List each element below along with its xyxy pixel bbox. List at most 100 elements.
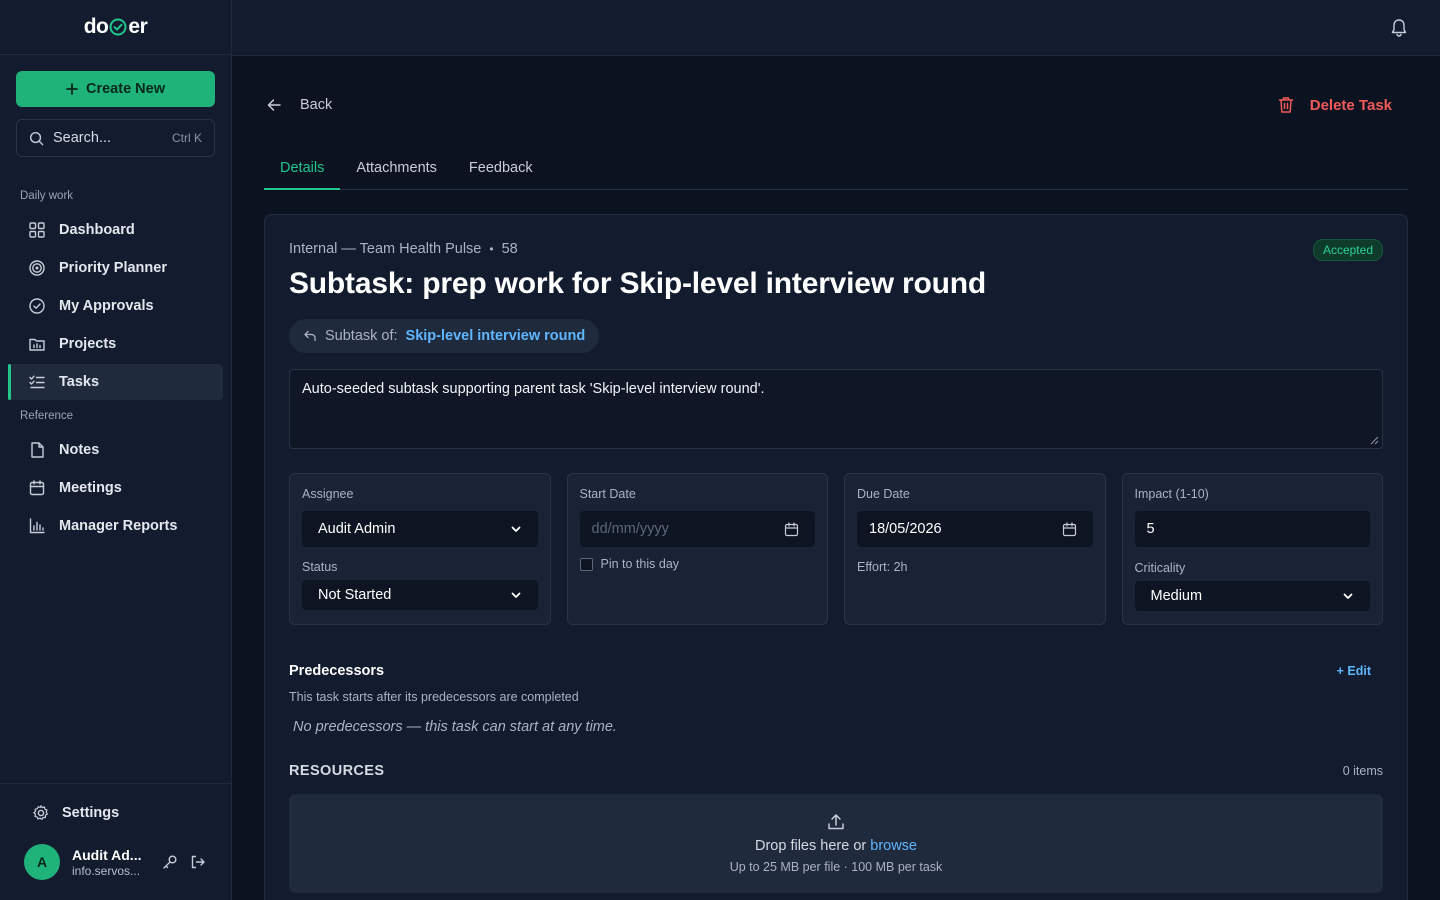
predecessors-empty-state: No predecessors — this task can start at… — [293, 719, 617, 735]
search-shortcut: Ctrl K — [172, 131, 202, 145]
user-actions — [162, 854, 206, 870]
tab-feedback[interactable]: Feedback — [453, 152, 549, 190]
file-icon — [28, 441, 46, 459]
bar-chart-icon — [28, 517, 46, 535]
sidebar-item-manager-reports[interactable]: Manager Reports — [8, 508, 223, 544]
status-label: Status — [302, 560, 338, 574]
assignee-select[interactable]: Audit Admin — [302, 511, 538, 547]
calendar-icon — [28, 479, 46, 497]
logo-text-right: er — [128, 15, 148, 38]
calendar-icon[interactable] — [1062, 521, 1077, 537]
criticality-label: Criticality — [1134, 561, 1186, 575]
tab-bar: Details Attachments Feedback — [264, 152, 1408, 190]
due-date-label: Due Date — [857, 487, 910, 501]
sidebar-item-label: Manager Reports — [59, 518, 178, 534]
tab-details[interactable]: Details — [264, 152, 341, 190]
task-detail-card: Internal — Team Health Pulse • 58 Accept… — [264, 214, 1408, 900]
assignee-label: Assignee — [302, 487, 354, 501]
task-fields: Assignee Audit Admin Status Not Started — [289, 473, 1383, 625]
grid-icon — [28, 221, 46, 239]
start-date-label: Start Date — [579, 487, 636, 501]
folder-icon — [28, 335, 46, 353]
user-email: info.servos... — [72, 863, 141, 878]
delete-task-button[interactable]: Delete Task — [1278, 96, 1392, 114]
avatar[interactable]: A — [24, 844, 60, 880]
task-breadcrumb: Internal — Team Health Pulse • 58 — [289, 241, 518, 257]
resize-handle-icon[interactable] — [1370, 436, 1379, 445]
sidebar-item-label: Projects — [59, 336, 117, 352]
status-select[interactable]: Not Started — [302, 580, 538, 610]
calendar-icon[interactable] — [784, 521, 799, 537]
assignee-status-box: Assignee Audit Admin Status Not Started — [289, 473, 551, 625]
create-new-label: Create New — [86, 81, 165, 97]
search-placeholder: Search... — [53, 130, 112, 146]
settings-label: Settings — [62, 805, 120, 821]
file-dropzone[interactable]: Drop files here or browse Up to 25 MB pe… — [289, 794, 1383, 893]
chevron-down-icon — [510, 523, 522, 535]
delete-task-label: Delete Task — [1309, 96, 1392, 114]
due-date-box: Due Date 18/05/2026 Effort: 2h — [844, 473, 1106, 625]
task-number: 58 — [501, 241, 518, 257]
page-title: Subtask: prep work for Skip-level interv… — [289, 267, 987, 300]
arrow-left-icon — [266, 97, 282, 113]
create-new-button[interactable]: Create New — [16, 71, 215, 107]
sidebar: do er Create New Search... Ctrl K Daily … — [0, 0, 232, 900]
resources-heading: RESOURCES — [289, 763, 385, 779]
criticality-select[interactable]: Medium — [1134, 581, 1370, 611]
parent-label: Subtask of: — [325, 328, 398, 344]
plus-icon — [66, 83, 78, 95]
sidebar-item-label: Tasks — [59, 374, 100, 390]
sidebar-item-dashboard[interactable]: Dashboard — [8, 212, 223, 248]
app-logo[interactable]: do er — [84, 15, 148, 39]
logout-icon[interactable] — [190, 854, 206, 870]
section-label-reference: Reference — [20, 410, 74, 422]
impact-input[interactable]: 5 — [1134, 511, 1370, 547]
tab-attachments[interactable]: Attachments — [340, 152, 453, 190]
key-icon[interactable] — [162, 854, 178, 870]
edit-predecessors-button[interactable]: + Edit — [1337, 664, 1371, 678]
user-info: Audit Ad... info.servos... — [72, 847, 152, 878]
description-textarea[interactable]: Auto-seeded subtask supporting parent ta… — [289, 369, 1383, 449]
user-profile: A Audit Ad... info.servos... — [24, 844, 224, 880]
parent-task-link[interactable]: Skip-level interview round — [406, 328, 586, 344]
status-value: Not Started — [318, 587, 392, 603]
pin-to-day-checkbox[interactable]: Pin to this day — [579, 557, 679, 571]
gear-icon — [32, 804, 50, 822]
logo-text-left: do — [83, 15, 109, 38]
due-date-input[interactable]: 18/05/2026 — [857, 511, 1093, 547]
browse-link[interactable]: browse — [870, 838, 917, 854]
impact-label: Impact (1-10) — [1134, 487, 1209, 501]
criticality-value: Medium — [1150, 588, 1203, 604]
return-arrow-icon — [303, 329, 317, 343]
section-label-daily-work: Daily work — [20, 190, 74, 202]
parent-task-chip[interactable]: Subtask of: Skip-level interview round — [289, 319, 600, 353]
resources-count: 0 items — [1342, 764, 1383, 778]
search-input[interactable]: Search... Ctrl K — [16, 119, 215, 157]
assignee-value: Audit Admin — [318, 521, 396, 537]
bell-icon[interactable] — [1390, 18, 1408, 38]
sidebar-item-meetings[interactable]: Meetings — [8, 470, 223, 506]
chevron-down-icon — [510, 589, 522, 601]
sidebar-item-label: Notes — [59, 442, 100, 458]
upload-icon — [826, 812, 846, 832]
sidebar-item-notes[interactable]: Notes — [8, 432, 223, 468]
checkbox[interactable] — [579, 557, 593, 571]
sidebar-item-my-approvals[interactable]: My Approvals — [8, 288, 223, 324]
sidebar-item-priority-planner[interactable]: Priority Planner — [8, 250, 223, 286]
start-date-input[interactable]: dd/mm/yyyy — [579, 511, 815, 547]
description-text: Auto-seeded subtask supporting parent ta… — [302, 381, 765, 397]
back-button[interactable]: Back — [266, 97, 332, 113]
sidebar-item-settings[interactable]: Settings — [32, 804, 119, 822]
sidebar-item-label: Dashboard — [59, 222, 135, 238]
sidebar-item-projects[interactable]: Projects — [8, 326, 223, 362]
check-circle-icon — [28, 297, 46, 315]
project-name[interactable]: Internal — Team Health Pulse — [289, 241, 481, 257]
predecessors-heading: Predecessors — [289, 663, 385, 679]
list-check-icon — [28, 373, 46, 391]
check-circle-logo-icon — [109, 18, 127, 36]
effort-text: Effort: 2h — [857, 560, 908, 574]
sidebar-item-label: Priority Planner — [59, 260, 167, 276]
upload-limits-text: Up to 25 MB per file · 100 MB per task — [729, 860, 943, 874]
sidebar-item-tasks[interactable]: Tasks — [8, 364, 223, 400]
impact-value: 5 — [1146, 521, 1155, 537]
